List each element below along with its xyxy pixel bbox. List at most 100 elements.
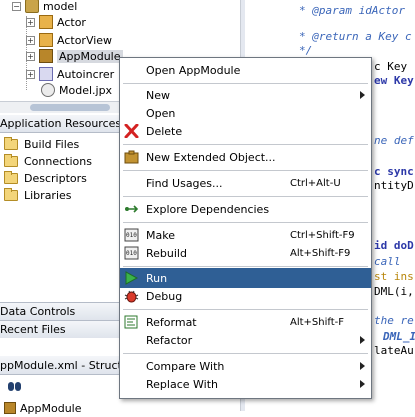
folder-icon — [4, 154, 18, 167]
menu-item-label: Open — [146, 106, 176, 120]
debug-icon — [124, 290, 139, 303]
collapse-icon[interactable]: − — [12, 1, 21, 11]
menu-item-make[interactable]: 010 Make Ctrl+Shift-F9 — [120, 225, 371, 245]
menu-item-new-extended-object[interactable]: New Extended Object... — [120, 147, 371, 167]
code-line: the re — [374, 314, 414, 327]
menu-item-label: Run — [146, 271, 168, 285]
menu-item-shortcut: Ctrl+Shift-F9 — [290, 229, 355, 241]
code-line: DML(i, — [374, 285, 414, 298]
menu-item-label: Delete — [146, 124, 183, 138]
code-line: * @param idActor — [299, 4, 405, 17]
menu-item-explore-dependencies[interactable]: Explore Dependencies — [120, 199, 371, 219]
svg-text:010: 010 — [126, 232, 137, 239]
svg-text:010: 010 — [126, 250, 137, 257]
expand-icon[interactable]: + — [26, 17, 35, 27]
tree-item-label: Actor — [57, 15, 86, 29]
menu-item-new[interactable]: New — [120, 85, 371, 105]
menu-item-debug[interactable]: Debug — [120, 286, 371, 306]
menu-item-label: Compare With — [146, 359, 225, 373]
menu-item-shortcut: Ctrl+Alt-U — [290, 177, 341, 189]
menu-item-shortcut: Alt+Shift-F — [290, 316, 345, 328]
code-line: ew Key — [374, 74, 414, 87]
menu-item-refactor[interactable]: Refactor — [120, 330, 371, 350]
menu-separator — [123, 353, 368, 354]
submenu-arrow-icon — [360, 91, 365, 99]
tree-item-appmodule[interactable]: + AppModule — [26, 47, 123, 65]
panel-title: ppModule.xml - Struct — [0, 358, 122, 372]
tree-item-label: AppModule — [20, 401, 82, 415]
menu-item-label: Refactor — [146, 333, 193, 347]
resource-item-label: Descriptors — [24, 172, 87, 185]
resource-item-libraries[interactable]: Libraries — [0, 187, 72, 204]
find-icon[interactable] — [8, 380, 22, 392]
resource-item-label: Build Files — [24, 138, 80, 151]
project-file-icon — [41, 83, 55, 97]
menu-item-open-appmodule[interactable]: Open AppModule — [120, 60, 371, 80]
panel-title: Application Resources — [0, 117, 122, 130]
code-line: ne def — [374, 134, 414, 147]
resource-item-label: Libraries — [24, 189, 72, 202]
panel-title: Data Controls — [0, 305, 76, 318]
submenu-arrow-icon — [360, 362, 365, 370]
folder-icon — [4, 188, 18, 201]
code-line: c sync — [374, 165, 414, 178]
code-line: * @return a Key c — [299, 30, 412, 43]
menu-separator — [123, 196, 368, 197]
dependencies-icon — [125, 205, 139, 213]
extended-object-icon — [124, 150, 139, 164]
scrollbar-thumb[interactable] — [30, 104, 110, 111]
menu-item-label: Rebuild — [146, 246, 187, 260]
code-line: */ — [299, 44, 313, 57]
expand-icon[interactable]: + — [26, 51, 35, 61]
code-line: id doD — [374, 239, 414, 252]
tree-item-label: model — [43, 0, 78, 13]
reformat-icon — [124, 315, 138, 329]
menu-item-label: Reformat — [146, 315, 197, 329]
structure-root-item[interactable]: AppModule — [4, 399, 82, 417]
tree-item-label: AppModule — [57, 49, 123, 63]
menu-item-reformat[interactable]: Reformat Alt+Shift-F — [120, 312, 371, 332]
run-icon — [125, 271, 139, 285]
recent-files-panel[interactable]: Recent Files — [0, 320, 120, 338]
menu-item-find-usages[interactable]: Find Usages... Ctrl+Alt-U — [120, 173, 371, 193]
data-controls-panel[interactable]: Data Controls — [0, 302, 120, 320]
menu-item-label: Replace With — [146, 377, 218, 391]
submenu-arrow-icon — [360, 336, 365, 344]
tree-item-label: Autoincrer — [57, 67, 115, 81]
menu-item-shortcut: Alt+Shift-F9 — [290, 247, 351, 259]
menu-item-open[interactable]: Open — [120, 103, 371, 123]
resource-item-connections[interactable]: Connections — [0, 153, 92, 170]
expand-icon[interactable]: + — [26, 69, 35, 79]
submenu-arrow-icon — [360, 380, 365, 388]
menu-item-compare-with[interactable]: Compare With — [120, 356, 371, 376]
sequence-icon — [39, 67, 53, 81]
resource-item-build-files[interactable]: Build Files — [0, 136, 79, 153]
code-line: call — [374, 255, 401, 268]
tree-item-label: ActorView — [57, 33, 113, 47]
application-resources-header[interactable]: Application Resources — [0, 115, 122, 133]
code-line: st ins — [374, 270, 414, 283]
expand-icon[interactable]: + — [26, 35, 35, 45]
package-icon — [25, 0, 39, 13]
menu-separator — [123, 222, 368, 223]
menu-separator — [123, 83, 368, 84]
code-line: lateAu — [374, 344, 414, 357]
resource-item-descriptors[interactable]: Descriptors — [0, 170, 87, 187]
delete-icon — [124, 124, 139, 138]
menu-item-label: Explore Dependencies — [146, 202, 270, 216]
horizontal-scrollbar[interactable] — [0, 101, 120, 113]
tree-item-model-jpx[interactable]: Model.jpx — [41, 81, 112, 99]
view-object-icon — [39, 33, 53, 47]
menu-item-label: Make — [146, 228, 175, 242]
menu-item-replace-with[interactable]: Replace With — [120, 374, 371, 394]
menu-item-run[interactable]: Run — [120, 268, 371, 288]
menu-item-label: New — [146, 88, 170, 102]
tree-item-actor[interactable]: + Actor — [26, 13, 86, 31]
structure-panel-header[interactable]: ppModule.xml - Struct — [0, 356, 122, 375]
menu-item-rebuild[interactable]: 010 Rebuild Alt+Shift-F9 — [120, 243, 371, 263]
menu-item-delete[interactable]: Delete — [120, 121, 371, 141]
entity-object-icon — [39, 15, 53, 29]
context-menu: Open AppModule New Open Delete New Exten… — [119, 57, 372, 399]
code-line: ntityD — [374, 179, 414, 192]
menu-item-label: New Extended Object... — [146, 150, 276, 164]
